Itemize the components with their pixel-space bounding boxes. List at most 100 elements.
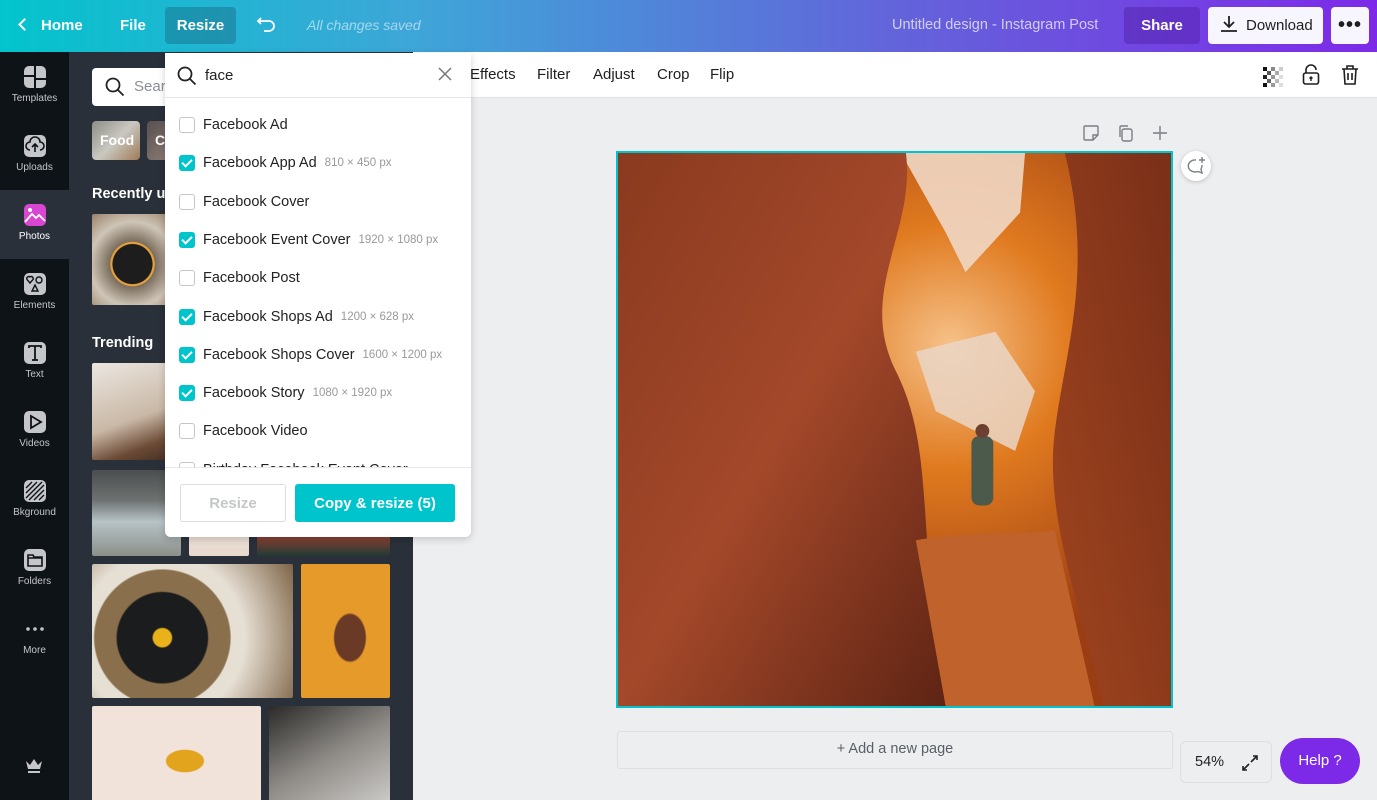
canyon-photo[interactable] (618, 153, 1171, 706)
resize-button[interactable]: Resize (165, 7, 236, 44)
zoom-level[interactable]: 54% (1195, 754, 1224, 770)
sidebar-item-templates[interactable]: Templates (0, 52, 69, 121)
file-menu-button[interactable]: File (106, 7, 160, 44)
share-button[interactable]: Share (1124, 7, 1200, 44)
checkbox-checked[interactable] (179, 385, 195, 402)
download-button[interactable]: Download (1208, 7, 1323, 44)
resize-option[interactable]: Facebook Shops Cover 1600 × 1200 px (179, 340, 459, 370)
context-toolbar: Effects Filter Adjust Crop Flip (413, 52, 1377, 98)
sidebar-item-folders[interactable]: Folders (0, 535, 69, 604)
resize-option[interactable]: Birthday Facebook Event Cover (179, 455, 459, 467)
checkbox-checked[interactable] (179, 346, 195, 363)
sidebar-item-uploads[interactable]: Uploads (0, 121, 69, 190)
resize-option-label: Facebook Cover (203, 193, 310, 210)
photo-thumbnail[interactable] (269, 706, 390, 800)
flip-button[interactable]: Flip (710, 66, 734, 83)
add-new-page-button[interactable]: + Add a new page (617, 731, 1173, 769)
resize-search-input[interactable] (205, 63, 425, 87)
copy-and-resize-button[interactable]: Copy & resize (5) (295, 484, 455, 522)
resize-option[interactable]: Facebook Video (179, 416, 459, 446)
sidebar-label: Templates (11, 93, 58, 104)
sidebar-label: Uploads (16, 162, 53, 173)
photo-thumbnail[interactable] (301, 564, 390, 698)
checkbox-checked[interactable] (179, 308, 195, 325)
more-dots-icon (25, 627, 44, 631)
page-notes-icon[interactable] (1082, 124, 1100, 142)
category-chip-food[interactable]: Food (92, 121, 140, 160)
sidebar-item-more[interactable]: More (0, 604, 69, 673)
photo-thumbnail[interactable] (92, 564, 293, 698)
play-icon (23, 411, 46, 433)
sidebar-item-photos[interactable]: Photos (0, 190, 69, 259)
resize-option-dimensions: 1200 × 628 px (340, 310, 415, 323)
text-icon (23, 342, 46, 364)
resize-option[interactable]: Facebook Shops Ad 1200 × 628 px (179, 302, 459, 332)
home-label: Home (41, 17, 83, 34)
checkbox-unchecked[interactable] (179, 270, 195, 287)
sidebar-label: More (23, 645, 46, 656)
resize-option-label: Facebook Shops Cover (203, 346, 355, 363)
checkbox-unchecked[interactable] (179, 193, 195, 210)
home-button[interactable]: Home (6, 7, 97, 44)
resize-confirm-button[interactable]: Resize (180, 484, 286, 522)
unlock-icon[interactable] (1302, 64, 1320, 86)
fullscreen-icon[interactable] (1241, 754, 1259, 772)
duplicate-page-icon[interactable] (1117, 124, 1135, 142)
comment-add-icon (1187, 157, 1205, 175)
crop-button[interactable]: Crop (657, 66, 690, 83)
upload-cloud-icon (23, 135, 46, 157)
checkbox-unchecked[interactable] (179, 423, 195, 440)
design-title[interactable]: Untitled design - Instagram Post (892, 7, 1098, 44)
sidebar-label: Text (25, 369, 44, 380)
adjust-button[interactable]: Adjust (593, 66, 635, 83)
canva-editor: Home File Resize All changes saved Untit… (0, 0, 1377, 800)
search-icon (105, 77, 125, 97)
resize-search (165, 53, 471, 98)
sidebar: Templates Uploads Photos Elements Text V… (0, 52, 69, 800)
sidebar-label: Bkground (13, 507, 56, 518)
resize-option-label: Facebook Ad (203, 117, 288, 133)
resize-option[interactable]: Facebook Story 1080 × 1920 px (179, 378, 459, 408)
resize-option-dimensions: 1920 × 1080 px (358, 233, 439, 246)
crown-icon[interactable] (24, 756, 44, 774)
filter-button[interactable]: Filter (537, 66, 570, 83)
resize-option-label: Facebook Shops Ad (203, 308, 333, 325)
add-page-icon[interactable] (1151, 124, 1169, 142)
resize-options-list[interactable]: Facebook Ad Facebook App Ad 810 × 450 px Fa… (165, 99, 471, 467)
sidebar-label: Folders (17, 576, 52, 587)
resize-option[interactable]: Facebook Cover (179, 187, 459, 217)
sidebar-label: Videos (19, 438, 50, 449)
photo-thumbnail[interactable] (92, 706, 261, 800)
sidebar-item-videos[interactable]: Videos (0, 397, 69, 466)
checkbox-checked[interactable] (179, 231, 195, 248)
regenerate-button[interactable] (1181, 151, 1211, 181)
clear-search-icon[interactable] (437, 66, 453, 82)
checkbox-checked[interactable] (179, 155, 195, 172)
checkbox-unchecked[interactable] (179, 117, 195, 133)
effects-button[interactable]: Effects (470, 66, 516, 83)
more-options-button[interactable]: ••• (1331, 7, 1369, 44)
resize-option-dimensions: 810 × 450 px (324, 157, 392, 170)
shapes-icon (23, 273, 46, 295)
resize-option-label: Facebook App Ad (203, 155, 317, 172)
download-label: Download (1246, 17, 1313, 34)
templates-icon (23, 66, 46, 88)
resize-option[interactable]: Facebook App Ad 810 × 450 px (179, 148, 459, 178)
zoom-control: 54% (1180, 741, 1272, 783)
resize-option[interactable]: Facebook Post (179, 263, 459, 293)
trash-icon[interactable] (1341, 64, 1359, 86)
undo-icon (256, 17, 275, 32)
sidebar-item-background[interactable]: Bkground (0, 466, 69, 535)
resize-option-dimensions: 1080 × 1920 px (312, 387, 393, 400)
undo-button[interactable] (250, 7, 284, 44)
sidebar-item-elements[interactable]: Elements (0, 259, 69, 328)
sidebar-item-text[interactable]: Text (0, 328, 69, 397)
help-button[interactable]: Help ? (1280, 738, 1360, 784)
resize-option[interactable]: Facebook Event Cover 1920 × 1080 px (179, 225, 459, 255)
design-canvas[interactable] (616, 151, 1173, 708)
top-bar: Home File Resize All changes saved Untit… (0, 0, 1377, 52)
folder-icon (23, 549, 46, 571)
transparency-icon[interactable] (1263, 67, 1283, 87)
resize-option[interactable]: Facebook Ad (179, 110, 459, 140)
resize-option-label: Facebook Post (203, 270, 300, 287)
